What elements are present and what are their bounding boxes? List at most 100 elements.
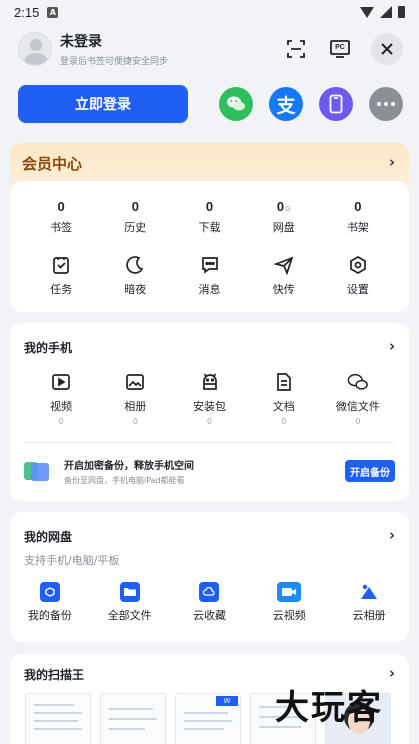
pc-icon[interactable]: PC [327,36,353,62]
status-bar: 2:15 A [0,0,419,24]
stat-netdisk[interactable]: 0G 网盘 [247,199,321,235]
disk-item-cloud-album[interactable]: 云相册 [329,582,409,623]
phone-item-wechat-files[interactable]: 微信文件 0 [321,371,395,426]
tool-task[interactable]: 任务 [24,254,98,297]
scan-thumbnail[interactable]: W [175,693,241,744]
tool-label: 暗夜 [124,283,147,296]
battery-icon [398,6,405,18]
member-tools: 任务 暗夜 消息 快传 设置 [24,254,395,297]
disk-item-cloud-video[interactable]: 云视频 [249,582,329,623]
tool-message[interactable]: 消息 [172,254,246,297]
stat-value: 0 [205,199,214,214]
cloud-video-icon [277,582,302,602]
wechat-icon[interactable] [219,87,253,121]
disk-item-cloud-favorites[interactable]: 云收藏 [170,582,250,623]
backup-promo[interactable]: 开启加密备份，释放手机空间 备份至网盘，手机电脑iPad都能看 开启备份 [24,453,395,489]
chevron-right-icon[interactable]: › [389,337,395,355]
item-label: 云视频 [272,609,306,622]
my-disk-subtitle: 支持手机/电脑/平板 [24,554,120,567]
pc-label: PC [335,44,345,51]
user-info[interactable]: 未登录 登录后书签可便捷安全同步 [60,31,168,67]
scanner-title[interactable]: 我的扫描王 [24,666,84,683]
wechat-file-icon [347,371,369,393]
backup-subtitle: 备份至网盘，手机电脑iPad都能看 [64,475,185,485]
chevron-right-icon: › [388,153,395,171]
stat-label: 书签 [50,221,73,234]
stat-downloads[interactable]: 0 下载 [172,199,246,235]
status-time: 2:15 [14,4,40,20]
alipay-icon[interactable]: 支 [269,87,303,121]
album-icon [124,371,146,393]
backup-promo-icon [24,460,50,482]
stat-label: 下载 [198,221,221,234]
message-icon [199,254,221,276]
scan-icon[interactable] [283,36,309,62]
tool-send[interactable]: 快传 [247,254,321,297]
stat-number: 0 [276,199,285,214]
disk-item-backup[interactable]: 我的备份 [10,582,90,623]
item-label: 视频 [50,400,73,413]
disk-items: 我的备份 全部文件 云收藏 云视频 云相册 [10,582,409,623]
close-button[interactable] [371,33,403,65]
stat-bookmarks[interactable]: 0 书签 [24,199,98,235]
item-label: 微信文件 [335,400,380,413]
stat-label: 书架 [346,221,369,234]
phone-items: 视频 0 相册 0 安装包 0 文档 0 微信文件 0 [24,371,395,426]
task-icon [50,254,72,276]
item-count: 0 [281,417,286,426]
user-subtitle: 登录后书签可便捷安全同步 [60,56,169,66]
document-icon [273,371,295,393]
header-icons: PC [283,33,403,65]
backup-title: 开启加密备份，释放手机空间 [64,460,194,472]
chevron-right-icon[interactable]: › [389,664,395,682]
chevron-right-icon[interactable]: › [389,526,395,544]
scan-thumbnail[interactable] [100,693,166,744]
tool-label: 设置 [346,283,369,296]
item-count: 0 [207,417,212,426]
login-row: 立即登录 支 [18,85,403,123]
cloud-album-icon [359,582,380,602]
phone-item-document[interactable]: 文档 0 [247,371,321,426]
stat-history[interactable]: 0 历史 [98,199,172,235]
phone-item-album[interactable]: 相册 0 [98,371,172,426]
item-label: 相册 [124,400,147,413]
phone-icon[interactable] [319,87,353,121]
signal-icon [380,6,392,18]
settings-icon [347,254,369,276]
profile-header: 未登录 登录后书签可便捷安全同步 PC [18,30,403,68]
stat-label: 网盘 [272,221,295,234]
member-stats: 0 书签 0 历史 0 下载 0G 网盘 0 书架 [24,199,395,235]
item-count: 0 [58,417,64,426]
my-phone-title[interactable]: 我的手机 [24,339,72,356]
stat-bookshelf[interactable]: 0 书架 [321,199,395,235]
disk-item-all-files[interactable]: 全部文件 [90,582,170,623]
enable-backup-button[interactable]: 开启备份 [345,460,395,482]
stat-value: 0 [354,199,362,214]
item-count: 0 [133,417,138,426]
stat-value: 0 [57,199,65,214]
status-indicators [360,6,405,18]
avatar[interactable] [18,32,52,66]
phone-item-apk[interactable]: 安装包 0 [172,371,246,426]
more-icon[interactable] [369,87,403,121]
phone-item-video[interactable]: 视频 0 [24,371,98,426]
item-label: 文档 [272,400,295,413]
my-disk-title[interactable]: 我的网盘 [24,528,72,545]
divider [24,442,395,443]
close-icon [381,43,393,55]
quick-login-icons: 支 [219,87,403,121]
item-label: 云相册 [352,609,386,622]
tool-label: 消息 [198,283,221,296]
moon-icon [124,254,146,276]
tool-label: 快传 [272,283,295,296]
user-name: 未登录 [60,34,102,50]
item-count: 0 [355,417,361,426]
member-center-card: 0 书签 0 历史 0 下载 0G 网盘 0 书架 任务 暗夜 消息 快传 设置 [10,181,409,312]
stat-unit: G [285,206,291,213]
login-button[interactable]: 立即登录 [18,85,188,123]
scan-thumbnail[interactable] [25,693,91,744]
item-label: 全部文件 [107,609,152,622]
tool-settings[interactable]: 设置 [321,254,395,297]
tool-night[interactable]: 暗夜 [98,254,172,297]
stat-value: 0 [131,199,139,214]
